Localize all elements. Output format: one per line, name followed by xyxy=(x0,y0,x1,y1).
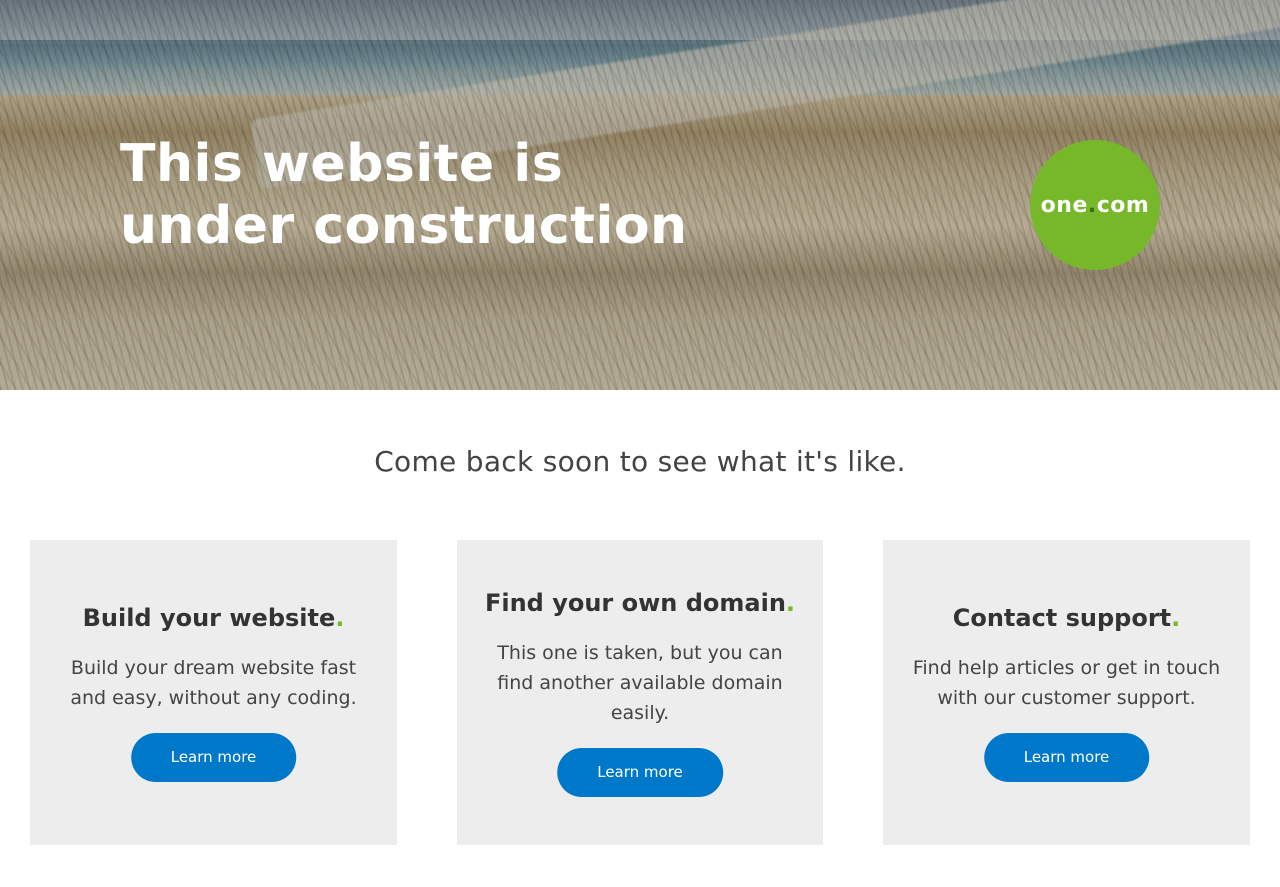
logo-dot: . xyxy=(1087,192,1097,218)
card-title: Contact support. xyxy=(883,603,1250,633)
card-description: Find help articles or get in touch with … xyxy=(912,657,1221,709)
hero-banner: This website is under construction one. c… xyxy=(0,0,1280,390)
card-find-domain: Find your own domain. This one is taken,… xyxy=(457,540,823,845)
learn-more-button[interactable]: Learn more xyxy=(130,733,297,782)
card-title-accent: . xyxy=(335,604,345,632)
card-title-accent: . xyxy=(785,589,796,617)
learn-more-button[interactable]: Learn more xyxy=(557,748,723,797)
card-title: Build your website. xyxy=(30,603,397,633)
logo-text-com: com xyxy=(1096,192,1150,218)
card-title-accent: . xyxy=(1171,604,1181,632)
card-title-text: Build your website xyxy=(82,604,336,632)
card-title-text: Find your own domain xyxy=(484,589,786,617)
tagline: Come back soon to see what it's like. xyxy=(374,445,906,478)
card-title: Find your own domain. xyxy=(457,588,823,618)
logo-text-one: one xyxy=(1040,192,1088,218)
card-title-text: Contact support xyxy=(952,604,1172,632)
one-com-logo[interactable]: one. com xyxy=(1030,140,1160,270)
card-build-website: Build your website. Build your dream web… xyxy=(30,540,397,845)
learn-more-button[interactable]: Learn more xyxy=(983,733,1150,782)
card-description: This one is taken, but you can find anot… xyxy=(497,642,783,724)
card-description: Build your dream website fast and easy, … xyxy=(70,657,357,709)
card-contact-support: Contact support. Find help articles or g… xyxy=(883,540,1250,845)
page-title: This website is under construction xyxy=(120,134,688,256)
